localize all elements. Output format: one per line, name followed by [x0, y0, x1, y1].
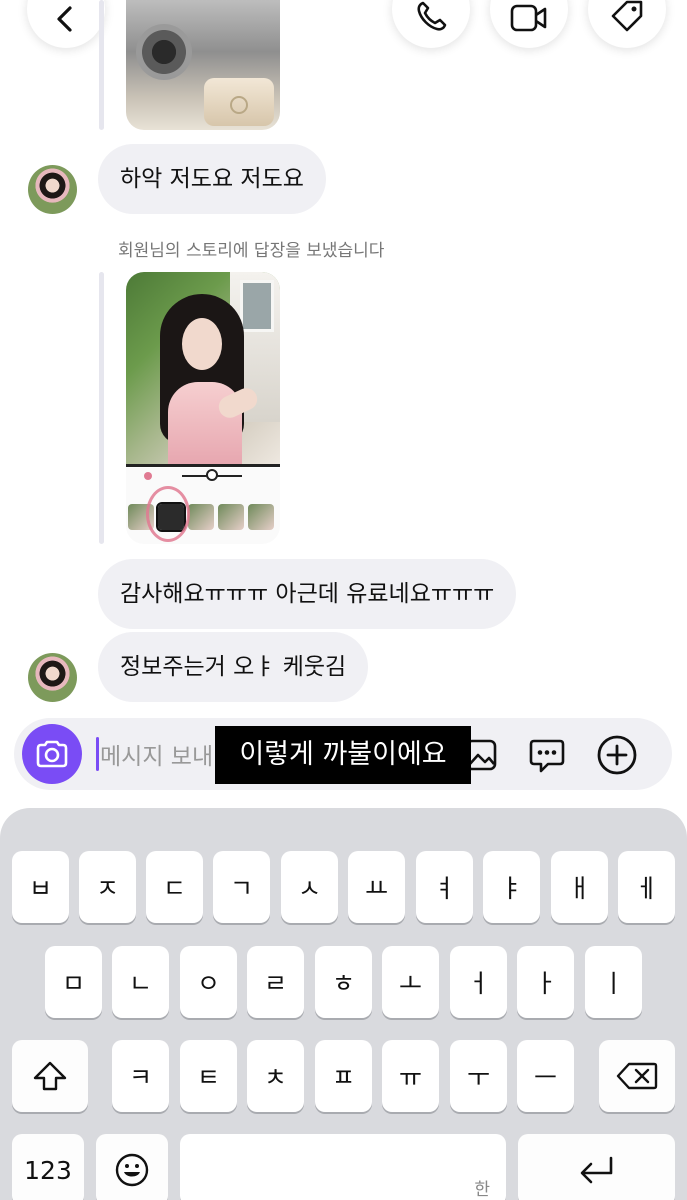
key[interactable]: ㅜ — [450, 1040, 507, 1112]
key[interactable]: ㅔ — [618, 851, 675, 923]
phone-icon — [417, 1, 447, 31]
story-preview[interactable] — [126, 272, 280, 544]
message-input[interactable]: 메시지 보내 — [100, 737, 213, 771]
key[interactable]: ㄹ — [247, 946, 304, 1018]
key[interactable]: ㅁ — [45, 946, 102, 1018]
key[interactable]: ㅐ — [551, 851, 608, 923]
sticker-button[interactable] — [526, 734, 568, 776]
key[interactable]: ㅣ — [585, 946, 642, 1018]
video-icon — [510, 4, 547, 32]
reply-thread-line — [99, 0, 104, 130]
shared-photo[interactable] — [126, 0, 280, 130]
key[interactable]: ㅋ — [112, 1040, 169, 1112]
avatar[interactable] — [28, 653, 77, 702]
key[interactable]: ㅠ — [382, 1040, 439, 1112]
camera-button[interactable] — [22, 724, 82, 784]
emoji-key[interactable] — [96, 1134, 168, 1200]
key[interactable]: ㄷ — [146, 851, 203, 923]
message-bubble[interactable]: 정보주는거 오ㅑ 케웃김 — [98, 632, 369, 702]
back-icon — [57, 6, 72, 32]
key[interactable]: ㅈ — [79, 851, 136, 923]
key[interactable]: ㅇ — [180, 946, 237, 1018]
key[interactable]: ㅕ — [416, 851, 473, 923]
camera-icon — [36, 740, 68, 768]
shift-icon — [33, 1061, 67, 1091]
key[interactable]: ㅓ — [450, 946, 507, 1018]
story-reply-notice: 회원님의 스토리에 답장을 보냈습니다 — [118, 241, 385, 261]
key[interactable]: ㅂ — [12, 851, 69, 923]
video-call-button[interactable] — [490, 0, 568, 48]
key[interactable]: ㅡ — [517, 1040, 574, 1112]
key[interactable]: ㅅ — [281, 851, 338, 923]
tag-button[interactable] — [588, 0, 666, 48]
avatar[interactable] — [28, 165, 77, 214]
space-key[interactable]: 한 — [180, 1134, 506, 1200]
text-caret — [96, 737, 99, 771]
return-key[interactable] — [518, 1134, 675, 1200]
key[interactable]: ㄴ — [112, 946, 169, 1018]
emoji-icon — [115, 1153, 149, 1187]
call-button[interactable] — [392, 0, 470, 48]
return-icon — [580, 1156, 612, 1184]
numbers-key[interactable]: 123 — [12, 1134, 84, 1200]
caption-overlay: 이렇게 까불이에요 — [215, 726, 471, 784]
key[interactable]: ㅎ — [315, 946, 372, 1018]
key[interactable]: ㅊ — [247, 1040, 304, 1112]
key[interactable]: ㅌ — [180, 1040, 237, 1112]
key[interactable]: ㅍ — [315, 1040, 372, 1112]
plus-circle-icon — [597, 735, 637, 775]
key[interactable]: ㅛ — [348, 851, 405, 923]
key[interactable]: ㅏ — [517, 946, 574, 1018]
key[interactable]: ㅗ — [382, 946, 439, 1018]
key[interactable]: ㄱ — [213, 851, 270, 923]
tag-icon — [611, 0, 643, 32]
message-bubble[interactable]: 하악 저도요 저도요 — [98, 144, 326, 214]
delete-key[interactable] — [599, 1040, 675, 1112]
add-button[interactable] — [596, 734, 638, 776]
shift-key[interactable] — [12, 1040, 88, 1112]
back-button[interactable] — [27, 0, 105, 48]
backspace-icon — [616, 1062, 658, 1090]
key[interactable]: ㅑ — [483, 851, 540, 923]
message-bubble[interactable]: 감사해요ㅠㅠㅠ 아근데 유료네요ㅠㅠㅠ — [98, 559, 517, 629]
reply-thread-line — [99, 272, 104, 544]
chat-bubble-icon — [529, 739, 565, 773]
space-key-label: 한 — [474, 1180, 490, 1200]
